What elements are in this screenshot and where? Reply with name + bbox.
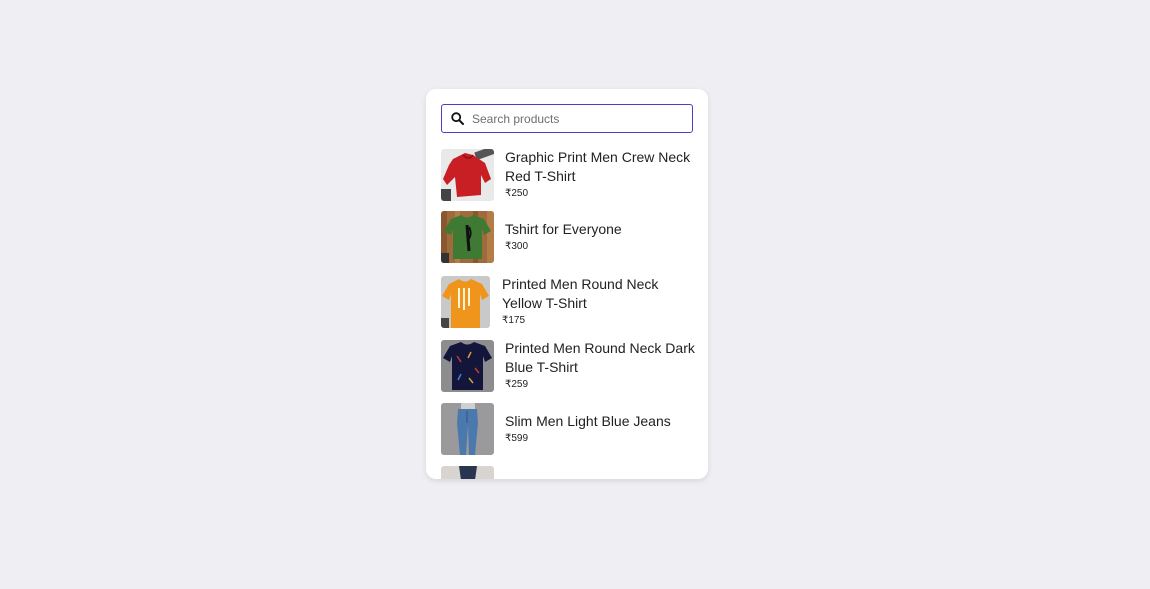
product-price: ₹250 [505, 188, 529, 199]
red-sweatshirt-image [441, 148, 494, 201]
blue-jeans-image [441, 403, 494, 455]
list-item[interactable]: Graphic Print Men Crew Neck Red T-Shirt … [441, 148, 701, 201]
product-name: Tshirt for Everyone [505, 221, 622, 237]
dark-blue-tshirt-image [441, 339, 494, 392]
search-box[interactable] [441, 104, 693, 133]
product-name: Printed Men Round Neck Yellow T-Shirt [502, 276, 659, 311]
product-name: Slim Men Light Blue Jeans [505, 413, 671, 429]
search-input[interactable] [472, 111, 682, 126]
list-item[interactable]: Slim Men Light Blue Jeans ₹599 [441, 403, 701, 455]
search-icon [450, 112, 464, 126]
product-name: Printed Men Round Neck Dark Blue T-Shirt [505, 340, 695, 375]
product-price: ₹175 [502, 315, 526, 326]
product-price: ₹300 [505, 241, 529, 252]
list-item[interactable]: Printed Men Round Neck Yellow T-Shirt ₹1… [441, 275, 701, 328]
list-item-partial[interactable] [441, 466, 701, 479]
product-search-card: Graphic Print Men Crew Neck Red T-Shirt … [426, 89, 708, 479]
product-price: ₹599 [505, 433, 529, 444]
list-item[interactable]: Tshirt for Everyone ₹300 [441, 211, 701, 263]
list-item[interactable]: Printed Men Round Neck Dark Blue T-Shirt… [441, 339, 701, 392]
yellow-tshirt-image [441, 275, 490, 328]
product-name: Graphic Print Men Crew Neck Red T-Shirt [505, 149, 691, 184]
green-tshirt-image [441, 211, 494, 263]
product-price: ₹259 [505, 379, 529, 390]
product-image-partial [441, 466, 494, 479]
